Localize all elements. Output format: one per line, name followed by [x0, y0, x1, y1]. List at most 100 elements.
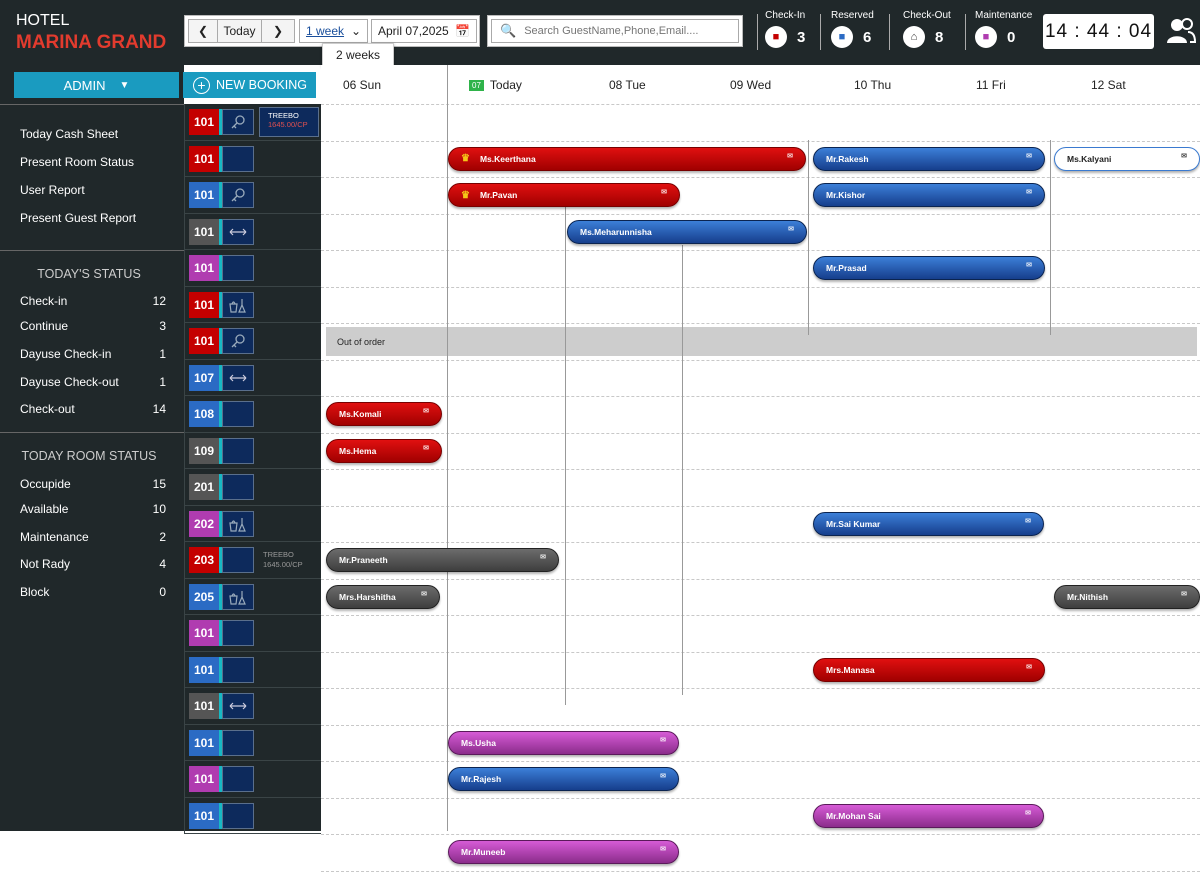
status-value: 2	[159, 530, 166, 544]
row-divider	[321, 542, 1200, 543]
room-status-box[interactable]	[222, 802, 254, 829]
day-header[interactable]: 12 Sat	[1091, 78, 1126, 92]
room-status-box[interactable]	[222, 656, 254, 683]
day-header[interactable]: 08 Tue	[609, 78, 646, 92]
arrows-icon[interactable]	[222, 693, 254, 719]
row-divider	[321, 104, 1200, 105]
booking-note-icon: ✉	[421, 590, 427, 598]
date-picker[interactable]: April 07,2025 📅	[371, 19, 477, 43]
room-status-box[interactable]	[222, 401, 254, 427]
room-row[interactable]: 205	[184, 578, 321, 615]
users-icon[interactable]	[1166, 18, 1197, 49]
admin-menu-button[interactable]: ADMIN ▼	[14, 72, 179, 98]
new-booking-button[interactable]: + NEW BOOKING	[183, 72, 316, 98]
day-header[interactable]: 10 Thu	[854, 78, 891, 92]
key-icon[interactable]	[222, 182, 254, 208]
booking-bar[interactable]: Mr.Kishor ✉	[813, 183, 1045, 207]
booking-bar[interactable]: Mr.Mohan Sai ✉	[813, 803, 1044, 828]
row-divider	[321, 797, 1200, 799]
room-row[interactable]: 101	[184, 250, 321, 287]
booking-bar[interactable]: Ms.Komali ✉	[326, 402, 442, 426]
booking-bar[interactable]: ♛ Mr.Pavan ✉	[448, 183, 680, 207]
room-row[interactable]: 101	[184, 323, 321, 360]
room-row[interactable]: 101	[184, 140, 321, 177]
range-option-2-weeks[interactable]: 2 weeks	[322, 43, 394, 67]
booking-bar[interactable]: Mrs.Manasa ✉	[813, 657, 1045, 682]
room-status-box[interactable]	[222, 766, 254, 792]
booking-bar[interactable]: Mr.Prasad ✉	[813, 256, 1045, 280]
admin-label: ADMIN	[63, 77, 106, 93]
stat-checkin[interactable]: Check-In ■ 3	[765, 10, 805, 48]
search-input[interactable]	[524, 25, 735, 37]
cleaning-icon[interactable]	[222, 583, 254, 610]
booking-bar[interactable]: Mrs.Harshitha ✉	[326, 584, 440, 609]
cleaning-icon[interactable]	[222, 510, 254, 537]
room-row[interactable]: 101	[184, 615, 321, 652]
day-header[interactable]: 11 Fri	[976, 78, 1006, 92]
row-divider	[321, 615, 1200, 616]
status-value: 14	[152, 402, 166, 416]
room-row[interactable]: 108	[184, 396, 321, 433]
room-row[interactable]: 101	[184, 286, 321, 323]
room-row[interactable]: 101	[184, 761, 321, 798]
room-status-box[interactable]	[222, 620, 254, 646]
room-row[interactable]: 101	[184, 688, 321, 725]
day-header[interactable]: 07 Today	[469, 78, 522, 92]
booking-bar[interactable]: Mr.Nithish ✉	[1054, 584, 1200, 609]
arrows-icon[interactable]	[222, 218, 254, 245]
room-row[interactable]: 109	[184, 432, 321, 469]
stat-checkout[interactable]: Check-Out ⌂ 8	[903, 10, 951, 48]
status-value: 12	[152, 294, 166, 308]
range-select[interactable]: 1 week ⌄	[299, 19, 368, 43]
arrows-icon[interactable]	[222, 364, 254, 391]
menu-user-report[interactable]: User Report	[20, 183, 85, 197]
out-of-order-block[interactable]: Out of order	[326, 327, 1197, 356]
menu-present-room-status[interactable]: Present Room Status	[20, 155, 134, 169]
booking-bar[interactable]: Ms.Meharunnisha ✉	[567, 219, 807, 244]
booking-bar[interactable]: Mr.Praneeth ✉	[326, 548, 559, 572]
menu-today-cash-sheet[interactable]: Today Cash Sheet	[20, 127, 118, 141]
booking-bar[interactable]: Mr.Rakesh ✉	[813, 146, 1045, 171]
cleaning-icon[interactable]	[222, 291, 254, 318]
room-status-box[interactable]	[222, 474, 254, 500]
booking-bar[interactable]: Ms.Kalyani ✉	[1054, 146, 1200, 171]
stat-maintenance[interactable]: Maintenance ■ 0	[975, 10, 1032, 48]
room-status-box[interactable]	[222, 547, 254, 573]
room-status-box[interactable]	[222, 145, 254, 172]
key-icon[interactable]	[222, 328, 254, 354]
room-status-box[interactable]	[222, 729, 254, 756]
day-header[interactable]: 06 Sun	[343, 78, 381, 92]
room-row[interactable]: 101	[184, 797, 321, 834]
booking-bar[interactable]: Ms.Usha ✉	[448, 730, 679, 755]
booking-bar[interactable]: Ms.Hema ✉	[326, 438, 442, 463]
range-value: 1 week	[306, 24, 345, 38]
stat-value: 8	[935, 28, 944, 46]
room-row[interactable]: 101	[184, 213, 321, 250]
room-number: 101	[189, 218, 219, 245]
today-button[interactable]: Today	[217, 19, 262, 43]
day-header[interactable]: 09 Wed	[730, 78, 771, 92]
room-status-box[interactable]	[222, 255, 254, 281]
room-status-box[interactable]	[222, 437, 254, 464]
booking-bar[interactable]: Mr.Rajesh ✉	[448, 767, 679, 791]
room-row[interactable]: 107	[184, 359, 321, 396]
room-row[interactable]: 201	[184, 469, 321, 506]
key-icon[interactable]	[222, 109, 254, 135]
date-value: April 07,2025	[378, 24, 449, 38]
next-button[interactable]: ❯	[261, 19, 295, 43]
room-row[interactable]: 101	[184, 651, 321, 688]
stat-reserved[interactable]: Reserved ■ 6	[831, 10, 874, 48]
menu-present-guest-report[interactable]: Present Guest Report	[20, 211, 136, 225]
booking-bar[interactable]: Mr.Muneeb ✉	[448, 840, 679, 864]
room-row[interactable]: 101	[184, 177, 321, 214]
room-row[interactable]: 101	[184, 724, 321, 761]
room-row[interactable]: 203 TREEBO 1645.00/CP	[184, 542, 321, 579]
prev-button[interactable]: ❮	[188, 19, 218, 43]
room-row[interactable]: 202	[184, 505, 321, 542]
booking-bar[interactable]: ♛ Ms.Keerthana ✉	[448, 146, 806, 171]
room-row[interactable]: 101 TREEBO 1645.00/CP	[184, 104, 321, 141]
row-divider	[321, 578, 1200, 580]
room-status-title: TODAY ROOM STATUS	[21, 449, 157, 463]
status-label: Check-in	[20, 294, 68, 308]
booking-bar[interactable]: Mr.Sai Kumar ✉	[813, 511, 1044, 536]
